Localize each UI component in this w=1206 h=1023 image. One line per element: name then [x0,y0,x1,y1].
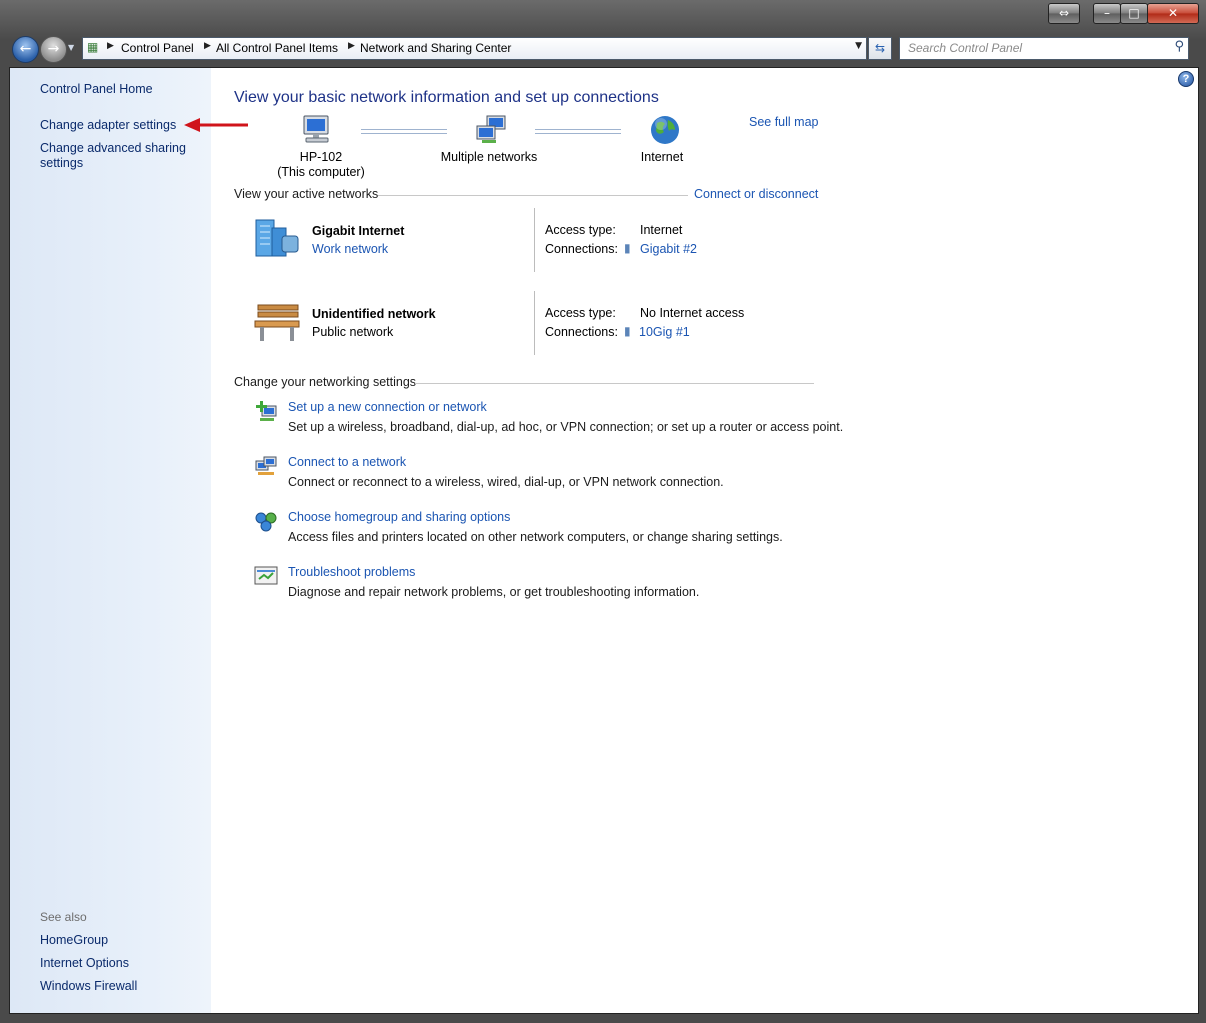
minimize-button[interactable]: – [1093,3,1121,24]
see-also-heading: See also [40,910,87,924]
change-settings-heading: Change your networking settings [234,375,417,389]
change-advanced-sharing-link[interactable]: Change advanced sharing settings [40,141,200,171]
access-type-label: Access type: [545,306,616,320]
breadcrumb-network-sharing[interactable]: Network and Sharing Center [360,41,511,55]
connection-link[interactable]: Gigabit #2 [640,242,697,256]
connect-or-disconnect-link[interactable]: Connect or disconnect [694,187,818,201]
main-content: ? View your basic network information an… [211,68,1198,1013]
task-description: Set up a wireless, broadband, dial-up, a… [288,420,844,434]
connect-network-icon [255,456,277,475]
map-connector [535,129,621,134]
map-connector [361,129,447,134]
see-also-homegroup-link[interactable]: HomeGroup [40,933,108,948]
troubleshoot-icon [254,566,278,585]
refresh-icon: ⇆ [874,41,886,55]
address-dropdown-icon[interactable]: ▼ [855,41,862,51]
section-divider [415,383,814,384]
new-connection-icon [256,401,277,421]
active-networks-heading: View your active networks [234,187,379,201]
map-computer-name: HP-102 [299,150,343,164]
snap-icon[interactable]: ⇔ [1048,3,1080,24]
search-box[interactable]: ⚲ [899,37,1189,60]
help-icon[interactable]: ? [1178,71,1194,87]
window-frame: ⇔ – □ ✕ ← → ▼ ▦ ▶ Control Panel ▶ All Co… [0,0,1206,1023]
network-divider [534,291,535,355]
work-network-icon [255,219,299,257]
close-button[interactable]: ✕ [1147,3,1199,24]
search-icon[interactable]: ⚲ [1174,39,1184,54]
network-category-link[interactable]: Work network [312,242,388,256]
task-link[interactable]: Set up a new connection or network [288,400,487,414]
forward-button[interactable]: → [40,36,67,63]
recent-pages-dropdown-icon[interactable]: ▼ [68,43,74,52]
map-computer-note: (This computer) [277,165,365,179]
access-type-value: Internet [640,223,683,237]
control-panel-home-link[interactable]: Control Panel Home [40,82,153,97]
ethernet-adapter-icon: ▮ [624,324,631,338]
forward-arrow-icon: → [47,41,60,57]
network-name: Gigabit Internet [312,224,405,238]
change-adapter-settings-link[interactable]: Change adapter settings [40,118,176,133]
back-button[interactable]: ← [12,36,39,63]
back-arrow-icon: ← [19,41,32,57]
connections-label: Connections: [545,325,618,339]
navigation-bar: ← → ▼ ▦ ▶ Control Panel ▶ All Control Pa… [8,34,1198,63]
breadcrumb-separator-icon[interactable]: ▶ [204,41,211,51]
task-description: Access files and printers located on oth… [288,530,783,544]
task-description: Diagnose and repair network problems, or… [288,585,700,599]
control-panel-icon: ▦ [87,40,99,54]
refresh-button[interactable]: ⇆ [868,37,892,60]
connection-link[interactable]: 10Gig #1 [639,325,690,339]
internet-globe-icon [651,116,679,144]
homegroup-icon [255,512,277,532]
network-divider [534,208,535,272]
task-link[interactable]: Connect to a network [288,455,406,469]
access-type-value: No Internet access [640,306,745,320]
search-input[interactable] [906,40,1160,56]
task-link[interactable]: Troubleshoot problems [288,565,415,579]
multiple-networks-icon [476,115,506,143]
network-name: Unidentified network [312,307,436,321]
map-internet: Internet [640,150,684,164]
task-pane: Control Panel Home Change adapter settin… [10,68,248,1013]
network-category: Public network [312,325,394,339]
see-also-internet-options-link[interactable]: Internet Options [40,956,129,971]
public-network-bench-icon [254,304,300,341]
address-bar[interactable]: ▦ ▶ Control Panel ▶ All Control Panel It… [82,37,867,60]
see-also-windows-firewall-link[interactable]: Windows Firewall [40,979,137,994]
breadcrumb-separator-icon[interactable]: ▶ [107,41,114,51]
breadcrumb-all-items[interactable]: All Control Panel Items [216,41,338,55]
page-title: View your basic network information and … [234,89,659,106]
task-description: Connect or reconnect to a wireless, wire… [288,475,724,489]
access-type-label: Access type: [545,223,616,237]
computer-icon [303,115,329,143]
see-full-map-link[interactable]: See full map [749,115,818,129]
ethernet-adapter-icon: ▮ [624,241,631,255]
breadcrumb-control-panel[interactable]: Control Panel [121,41,194,55]
section-divider [378,195,688,196]
task-link[interactable]: Choose homegroup and sharing options [288,510,510,524]
breadcrumb-separator-icon[interactable]: ▶ [348,41,355,51]
maximize-button[interactable]: □ [1120,3,1148,24]
client-area: Control Panel Home Change adapter settin… [9,67,1199,1014]
connections-label: Connections: [545,242,618,256]
map-multiple-networks: Multiple networks [440,150,538,164]
